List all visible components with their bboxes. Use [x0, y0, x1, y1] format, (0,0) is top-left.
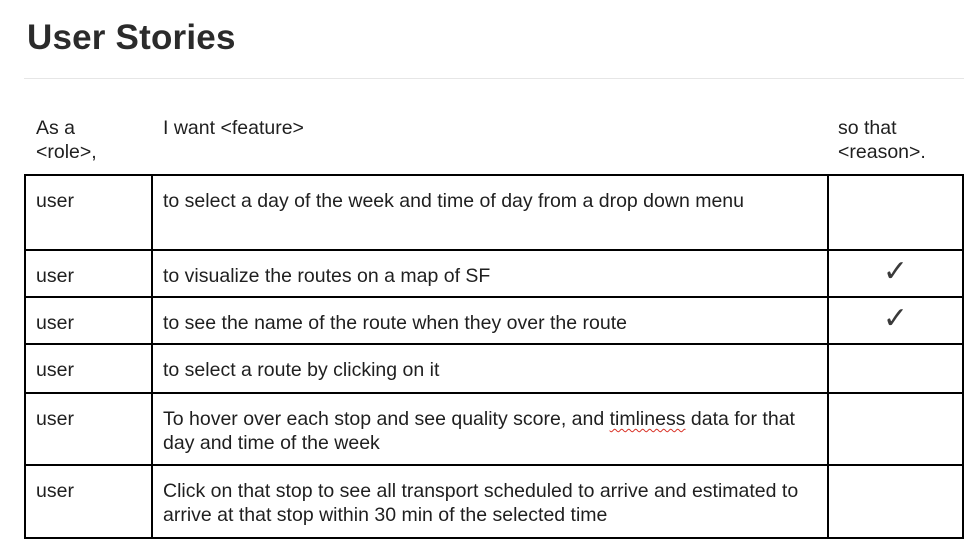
- table-row: user Click on that stop to see all trans…: [24, 464, 964, 539]
- reason-cell[interactable]: [827, 343, 964, 394]
- table-row: user to select a day of the week and tim…: [24, 174, 964, 251]
- reason-cell[interactable]: [827, 392, 964, 466]
- table-row: user to select a route by clicking on it: [24, 343, 964, 394]
- checkmark-icon: ✓: [882, 302, 909, 335]
- feature-cell[interactable]: To hover over each stop and see quality …: [151, 392, 829, 466]
- table-row: user to see the name of the route when t…: [24, 296, 964, 345]
- reason-cell[interactable]: ✓: [827, 296, 964, 345]
- feature-cell[interactable]: to see the name of the route when they o…: [151, 296, 829, 345]
- misspelled-word[interactable]: timliness: [610, 408, 686, 430]
- feature-cell[interactable]: to select a day of the week and time of …: [151, 174, 829, 251]
- table-row: user To hover over each stop and see qua…: [24, 392, 964, 466]
- role-cell[interactable]: user: [24, 249, 153, 298]
- document-page: User Stories As a <role>, I want <featur…: [0, 0, 978, 554]
- feature-cell[interactable]: Click on that stop to see all transport …: [151, 464, 829, 539]
- role-cell[interactable]: user: [24, 464, 153, 539]
- role-cell[interactable]: user: [24, 296, 153, 345]
- checkmark-icon: ✓: [882, 255, 909, 288]
- reason-cell[interactable]: [827, 174, 964, 251]
- feature-cell[interactable]: to visualize the routes on a map of SF: [151, 249, 829, 298]
- reason-cell[interactable]: [827, 464, 964, 539]
- reason-cell[interactable]: ✓: [827, 249, 964, 298]
- header-reason: so that <reason>.: [838, 117, 926, 163]
- header-role: As a <role>,: [36, 117, 97, 163]
- role-cell[interactable]: user: [24, 392, 153, 466]
- table-row: user to visualize the routes on a map of…: [24, 249, 964, 298]
- user-stories-table: user to select a day of the week and tim…: [24, 174, 964, 539]
- header-feature: I want <feature>: [163, 117, 304, 139]
- page-title: User Stories: [27, 18, 236, 57]
- role-cell[interactable]: user: [24, 343, 153, 394]
- horizontal-divider: [24, 78, 964, 79]
- feature-cell[interactable]: to select a route by clicking on it: [151, 343, 829, 394]
- feature-text: To hover over each stop and see quality …: [163, 408, 610, 430]
- role-cell[interactable]: user: [24, 174, 153, 251]
